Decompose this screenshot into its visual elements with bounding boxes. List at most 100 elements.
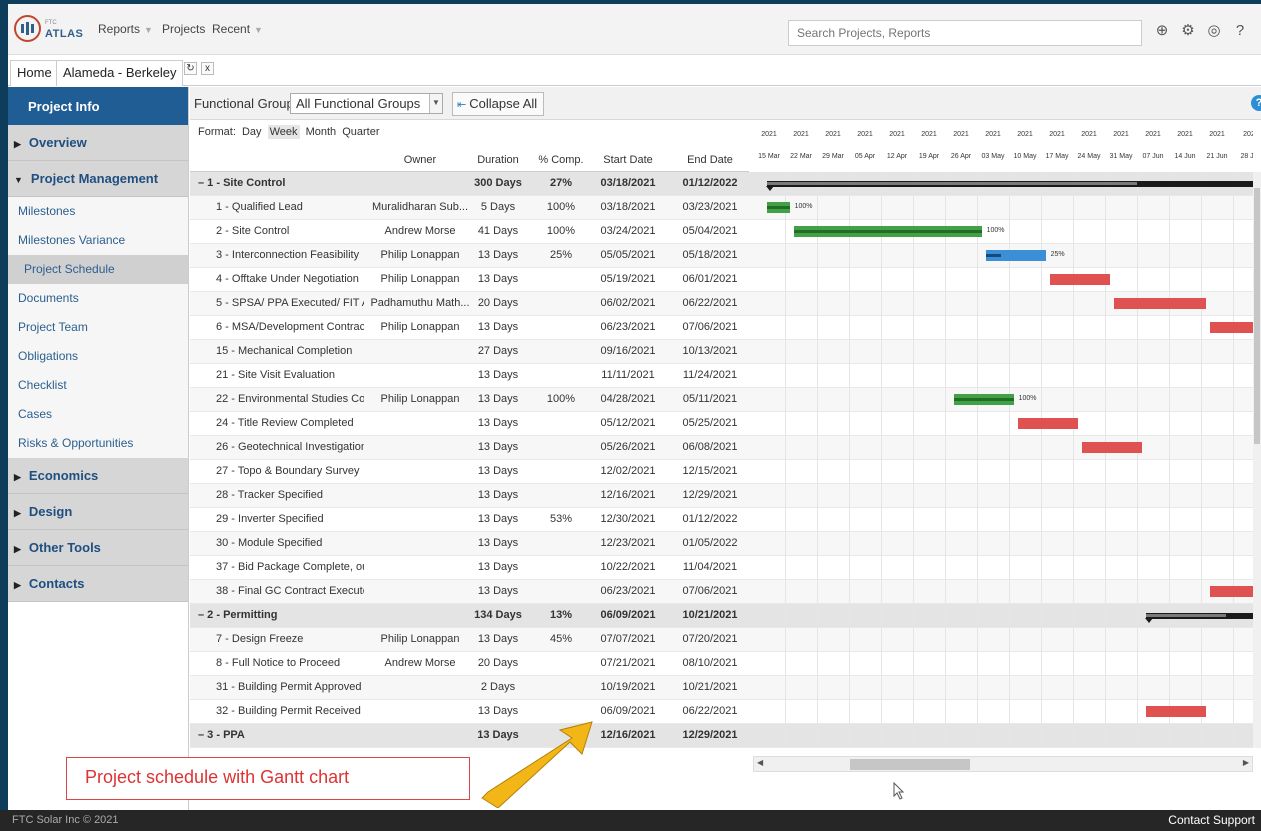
gantt-week-label: 21 Jun <box>1206 153 1228 160</box>
nav-projects[interactable]: Projects <box>162 22 205 36</box>
top-navigation-bar: FTCATLAS Reports▼ Projects Recent▼ ⊕ ⚙ ◎… <box>8 4 1261 55</box>
sidebar-item-project-team[interactable]: Project Team <box>8 313 188 342</box>
format-quarter[interactable]: Quarter <box>342 126 379 138</box>
gantt-bar[interactable] <box>766 202 790 213</box>
chevron-down-icon: ▼ <box>429 94 442 113</box>
row-pct-complete: 13% <box>549 609 573 621</box>
row-end-date: 06/01/2021 <box>682 273 738 285</box>
gantt-bar[interactable] <box>765 181 1253 191</box>
gantt-year-label: 2021 <box>1145 131 1161 138</box>
row-start-date: 05/05/2021 <box>600 249 656 261</box>
row-end-date: 05/04/2021 <box>682 225 738 237</box>
row-name: 5 - SPSA/ PPA Executed/ FIT Aw... <box>216 297 364 309</box>
row-name: 4 - Offtake Under Negotiation <box>216 273 359 285</box>
gantt-bar[interactable] <box>1210 586 1253 597</box>
column-start-date[interactable]: Start Date <box>588 154 668 166</box>
sidebar-section-economics[interactable]: ▶ Economics <box>8 458 188 494</box>
row-start-date: 03/24/2021 <box>600 225 656 237</box>
sidebar-section-label: Other Tools <box>28 540 101 555</box>
chevron-down-icon: ▼ <box>254 25 263 35</box>
gantt-bar[interactable] <box>954 394 1014 405</box>
row-owner: Andrew Morse <box>384 225 456 237</box>
horizontal-scrollbar[interactable]: ◀ ▶ <box>753 756 1253 772</box>
tab-alameda-berkeley[interactable]: Alameda - Berkeley <box>56 60 184 86</box>
gantt-bar[interactable] <box>1050 274 1110 285</box>
row-duration: 13 Days <box>477 585 519 597</box>
sidebar-section-contacts[interactable]: ▶ Contacts <box>8 566 188 602</box>
row-name: 7 - Design Freeze <box>216 633 304 645</box>
format-week[interactable]: Week <box>267 125 300 139</box>
collapse-all-button[interactable]: ⇤ Collapse All <box>452 92 544 116</box>
column-pct-complete[interactable]: % Comp. <box>530 154 592 166</box>
sidebar-item-checklist[interactable]: Checklist <box>8 371 188 400</box>
row-duration: 20 Days <box>477 657 519 669</box>
sidebar-item-obligations[interactable]: Obligations <box>8 342 188 371</box>
row-name: – 2 - Permitting <box>198 609 278 621</box>
gantt-bar[interactable] <box>1145 613 1253 623</box>
scrollbar-thumb[interactable] <box>1254 188 1260 444</box>
sidebar-item-milestones-variance[interactable]: Milestones Variance <box>8 226 188 255</box>
gantt-year-label: 2021 <box>985 131 1001 138</box>
gantt-week-label: 05 Apr <box>854 153 876 160</box>
sidebar-item-cases[interactable]: Cases <box>8 400 188 429</box>
tab-home[interactable]: Home <box>10 60 59 86</box>
gantt-bar-progress <box>794 230 982 233</box>
contact-support-link[interactable]: Contact Support <box>1168 813 1255 827</box>
refresh-icon[interactable]: ↻ <box>184 62 197 75</box>
format-label: Format: <box>198 126 236 138</box>
gear-icon[interactable]: ⚙ <box>1177 20 1199 42</box>
sidebar-section-project-management[interactable]: ▼ Project Management <box>8 161 188 197</box>
user-icon[interactable]: ◎ <box>1203 20 1225 42</box>
sidebar-item-documents[interactable]: Documents <box>8 284 188 313</box>
scroll-right-icon[interactable]: ▶ <box>1243 758 1249 767</box>
gantt-bar[interactable] <box>1082 442 1142 453</box>
row-name: 26 - Geotechnical Investigation <box>216 441 364 453</box>
gantt-bar[interactable] <box>1210 322 1253 333</box>
collapse-all-label: Collapse All <box>469 96 538 111</box>
column-end-date[interactable]: End Date <box>670 154 750 166</box>
gantt-year-label: 2021 <box>921 131 937 138</box>
row-owner: Philip Lonappan <box>380 273 460 285</box>
scrollbar-thumb[interactable] <box>850 759 970 770</box>
row-name: 24 - Title Review Completed <box>216 417 354 429</box>
column-owner[interactable]: Owner <box>370 154 470 166</box>
row-name: 1 - Qualified Lead <box>216 201 303 213</box>
format-day[interactable]: Day <box>242 126 262 138</box>
column-duration[interactable]: Duration <box>466 154 530 166</box>
row-end-date: 06/08/2021 <box>682 441 738 453</box>
sidebar-item-project-schedule[interactable]: Project Schedule <box>8 255 188 284</box>
atlas-logo[interactable]: FTC ATLAS <box>14 15 83 42</box>
row-start-date: 12/30/2021 <box>600 513 656 525</box>
sidebar-section-design[interactable]: ▶ Design <box>8 494 188 530</box>
row-name: 28 - Tracker Specified <box>216 489 323 501</box>
sidebar-item-risks-opportunities[interactable]: Risks & Opportunities <box>8 429 188 458</box>
row-name: 30 - Module Specified <box>216 537 323 549</box>
gantt-year-label: 2021 <box>953 131 969 138</box>
gantt-year-label: 2021 <box>825 131 841 138</box>
gantt-bar[interactable] <box>794 226 982 237</box>
close-icon[interactable]: x <box>201 62 214 75</box>
row-duration: 13 Days <box>477 633 519 645</box>
help-circle-icon[interactable]: ? <box>1229 20 1251 42</box>
scroll-left-icon[interactable]: ◀ <box>757 758 763 767</box>
nav-recent[interactable]: Recent ▼ <box>212 22 263 36</box>
help-icon[interactable]: ? <box>1251 95 1261 111</box>
add-circle-icon[interactable]: ⊕ <box>1151 20 1173 42</box>
vertical-scrollbar[interactable] <box>1253 172 1261 748</box>
sidebar-section-overview[interactable]: ▶ Overview <box>8 125 188 161</box>
format-month[interactable]: Month <box>306 126 337 138</box>
functional-group-select[interactable]: All Functional Groups ▼ <box>290 93 443 114</box>
row-pct-complete: 45% <box>549 633 573 645</box>
row-start-date: 06/02/2021 <box>600 297 656 309</box>
sidebar-section-other-tools[interactable]: ▶ Other Tools <box>8 530 188 566</box>
row-start-date: 12/23/2021 <box>600 537 656 549</box>
gantt-bar[interactable] <box>1146 706 1206 717</box>
gantt-bar[interactable] <box>986 250 1046 261</box>
search-input[interactable] <box>788 20 1142 46</box>
gantt-bar[interactable] <box>1114 298 1206 309</box>
nav-reports[interactable]: Reports ▼ <box>98 22 153 36</box>
chevron-right-icon: ▶ <box>14 580 21 590</box>
chevron-down-icon: ▼ <box>144 25 153 35</box>
sidebar-item-milestones[interactable]: Milestones <box>8 197 188 226</box>
gantt-bar[interactable] <box>1018 418 1078 429</box>
